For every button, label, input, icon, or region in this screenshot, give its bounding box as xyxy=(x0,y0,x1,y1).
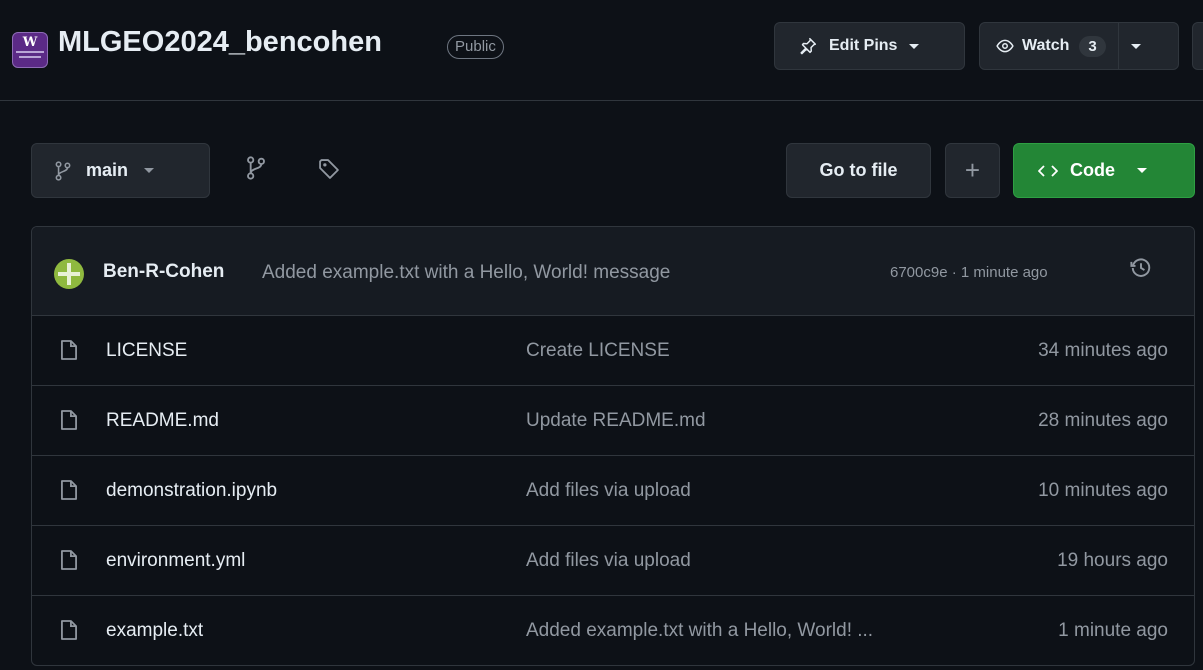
branch-name: main xyxy=(86,160,129,180)
avatar-letter: W xyxy=(22,35,38,50)
file-name[interactable]: example.txt xyxy=(106,620,203,642)
chevron-down-icon[interactable] xyxy=(1130,43,1141,49)
visibility-badge: Public xyxy=(447,35,504,59)
add-file-button[interactable]: + xyxy=(945,143,1000,198)
repo-name[interactable]: MLGEO2024_bencohen xyxy=(58,26,382,59)
divider xyxy=(1117,23,1119,69)
chevron-down-icon xyxy=(144,168,155,173)
file-commit-time: 1 minute ago xyxy=(1058,620,1168,641)
tag-icon[interactable] xyxy=(318,158,340,180)
table-row[interactable]: LICENSE Create LICENSE 34 minutes ago xyxy=(32,316,1194,386)
commit-meta[interactable]: 6700c9e · 1 minute ago xyxy=(890,264,1048,281)
file-name[interactable]: README.md xyxy=(106,410,219,432)
fork-button[interactable] xyxy=(1192,22,1203,70)
file-commit-message[interactable]: Create LICENSE xyxy=(526,340,670,362)
file-commit-message[interactable]: Update README.md xyxy=(526,410,706,432)
file-name[interactable]: demonstration.ipynb xyxy=(106,480,277,502)
commit-author-avatar[interactable] xyxy=(54,259,84,289)
edit-pins-button[interactable]: Edit Pins xyxy=(774,22,965,70)
commit-message[interactable]: Added example.txt with a Hello, World! m… xyxy=(262,262,670,284)
eye-icon xyxy=(996,37,1014,55)
repo-header: W MLGEO2024_bencohen Public Edit Pins Wa… xyxy=(0,0,1203,101)
commit-author[interactable]: Ben-R-Cohen xyxy=(103,261,224,283)
latest-commit-row: Ben-R-Cohen Added example.txt with a Hel… xyxy=(32,227,1194,316)
go-to-file-button[interactable]: Go to file xyxy=(786,143,931,198)
table-row[interactable]: demonstration.ipynb Add files via upload… xyxy=(32,456,1194,526)
table-row[interactable]: README.md Update README.md 28 minutes ag… xyxy=(32,386,1194,456)
branch-icon xyxy=(54,160,72,181)
file-commit-time: 34 minutes ago xyxy=(1038,340,1168,361)
file-commit-message[interactable]: Add files via upload xyxy=(526,480,691,502)
file-commit-time: 28 minutes ago xyxy=(1038,410,1168,431)
file-icon xyxy=(60,549,78,571)
pin-icon xyxy=(799,37,817,55)
file-table: Ben-R-Cohen Added example.txt with a Hel… xyxy=(31,226,1195,666)
history-icon[interactable] xyxy=(1130,257,1152,279)
file-commit-time: 10 minutes ago xyxy=(1038,480,1168,501)
file-name[interactable]: environment.yml xyxy=(106,550,245,572)
chevron-down-icon xyxy=(1137,168,1147,173)
code-button[interactable]: Code xyxy=(1013,143,1195,198)
edit-pins-label: Edit Pins xyxy=(829,37,898,54)
file-commit-message[interactable]: Add files via upload xyxy=(526,550,691,572)
branches-icon[interactable] xyxy=(245,156,267,180)
code-label: Code xyxy=(1070,160,1115,180)
watch-button[interactable]: Watch 3 xyxy=(979,22,1179,70)
branch-selector[interactable]: main xyxy=(31,143,210,198)
file-icon xyxy=(60,339,78,361)
file-icon xyxy=(60,409,78,431)
file-commit-message[interactable]: Added example.txt with a Hello, World! .… xyxy=(526,620,873,642)
file-icon xyxy=(60,479,78,501)
watch-count: 3 xyxy=(1079,35,1106,57)
chevron-down-icon xyxy=(909,43,920,49)
table-row[interactable]: environment.yml Add files via upload 19 … xyxy=(32,526,1194,596)
watch-label: Watch xyxy=(1022,37,1070,54)
code-icon xyxy=(1038,163,1058,179)
table-row[interactable]: example.txt Added example.txt with a Hel… xyxy=(32,596,1194,665)
file-commit-time: 19 hours ago xyxy=(1057,550,1168,571)
file-icon xyxy=(60,619,78,641)
repo-owner-avatar[interactable]: W xyxy=(12,32,48,68)
file-name[interactable]: LICENSE xyxy=(106,340,187,362)
